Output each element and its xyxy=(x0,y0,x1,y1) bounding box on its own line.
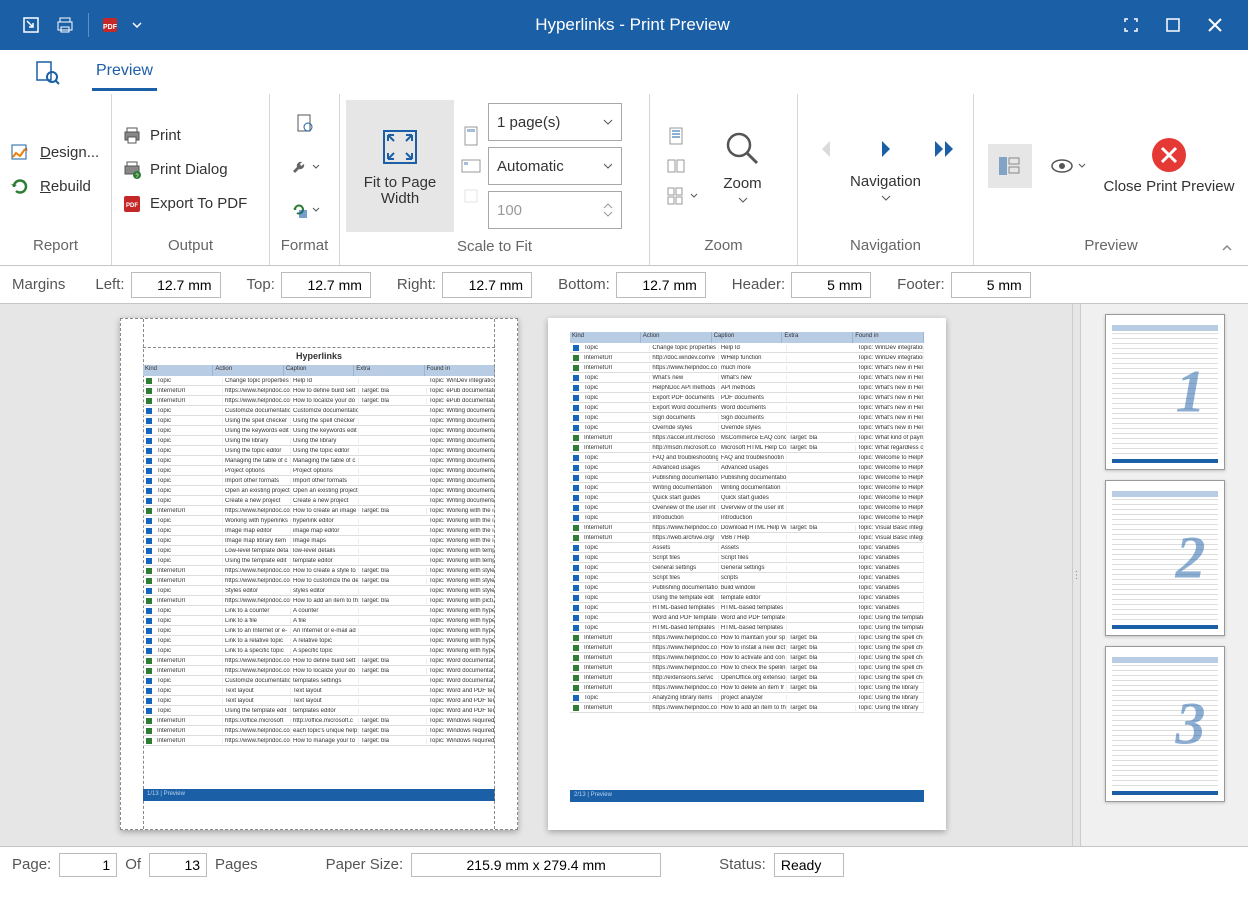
preview-app-icon[interactable] xyxy=(28,57,66,87)
refresh-icon xyxy=(290,201,308,219)
margins-label: Margins xyxy=(12,276,69,293)
nav-next-icon[interactable] xyxy=(866,129,906,169)
total-pages xyxy=(149,853,207,877)
collapse-ribbon-icon[interactable] xyxy=(1220,241,1240,261)
zoom-icon xyxy=(721,127,765,171)
page-setup-button[interactable] xyxy=(292,107,318,139)
titlebar: PDF Hyperlinks - Print Preview xyxy=(0,0,1248,50)
page-landscape-icon[interactable] xyxy=(460,155,482,177)
maximize-icon[interactable] xyxy=(1162,14,1184,36)
fit-page-width-button[interactable]: Fit to PageWidth xyxy=(346,100,454,232)
page-icon xyxy=(296,113,314,133)
print-dialog-icon: ? xyxy=(122,160,142,180)
page-input[interactable] xyxy=(59,853,117,877)
group-preview: Close Print Preview Preview xyxy=(974,94,1248,265)
group-scale: Fit to PageWidth 1 page(s) Automatic 100… xyxy=(340,94,650,265)
group-navigation: Navigation Navigation xyxy=(798,94,974,265)
design-button[interactable]: Design... xyxy=(6,141,105,165)
page-2[interactable]: KindActionCaptionExtraFound in TopicChan… xyxy=(548,318,946,830)
group-label: Output xyxy=(112,237,269,265)
svg-text:PDF: PDF xyxy=(103,24,118,31)
margins-bar: Margins Left: Top: Right: Bottom: Header… xyxy=(0,266,1248,304)
single-page-icon[interactable] xyxy=(666,126,688,148)
nav-last-icon[interactable] xyxy=(926,129,966,169)
qat-dropdown-icon[interactable] xyxy=(129,8,145,42)
group-label: Report xyxy=(0,237,111,265)
qat-pdf-icon[interactable]: PDF xyxy=(95,8,129,42)
margin-header-input[interactable] xyxy=(791,272,871,298)
close-x-icon xyxy=(1149,135,1189,175)
wrench-button[interactable] xyxy=(286,152,324,182)
main-area: Hyperlinks KindActionCaptionExtraFound i… xyxy=(0,304,1248,846)
print-dialog-button[interactable]: ?Print Dialog xyxy=(120,157,230,183)
eye-icon xyxy=(1050,158,1074,174)
group-label: Preview xyxy=(974,237,1248,265)
focus-mode-icon[interactable] xyxy=(1120,14,1142,36)
visibility-dropdown[interactable] xyxy=(1044,152,1092,180)
thumbnails-toggle[interactable] xyxy=(988,144,1032,188)
group-label: Zoom xyxy=(650,237,797,265)
qat-print-icon[interactable] xyxy=(48,8,82,42)
pdf-icon: PDF xyxy=(122,194,142,214)
nav-prev-icon xyxy=(806,129,846,169)
qat-collapse-icon[interactable] xyxy=(14,8,48,42)
ribbon: Design... Rebuild Report Print ?Print Di… xyxy=(0,94,1248,266)
print-button[interactable]: Print xyxy=(120,123,183,149)
thumbnail-3[interactable]: 3 xyxy=(1105,646,1225,802)
page-portrait-icon[interactable] xyxy=(460,125,482,147)
tab-preview[interactable]: Preview xyxy=(92,54,157,91)
page-disabled-icon xyxy=(460,185,482,207)
rebuild-button[interactable]: Rebuild xyxy=(6,175,105,199)
wrench-icon xyxy=(290,158,308,176)
group-output: Print ?Print Dialog PDFExport To PDF Out… xyxy=(112,94,270,265)
zoom-button[interactable]: Zoom xyxy=(704,127,782,204)
thumbnails-panel: 1 2 3 xyxy=(1080,304,1248,846)
thumbnail-1[interactable]: 1 xyxy=(1105,314,1225,470)
multi-page-dropdown[interactable] xyxy=(666,186,698,206)
splitter-handle[interactable]: ⋮ xyxy=(1072,304,1080,846)
margin-left-input[interactable] xyxy=(131,272,221,298)
export-pdf-button[interactable]: PDFExport To PDF xyxy=(120,191,249,217)
ribbon-tabs: Preview xyxy=(0,50,1248,94)
refresh-button[interactable] xyxy=(286,195,324,225)
navigation-dropdown[interactable]: Navigation xyxy=(850,173,921,190)
page-title: Hyperlinks xyxy=(143,347,495,365)
close-icon[interactable] xyxy=(1204,14,1226,36)
group-zoom: Zoom Zoom xyxy=(650,94,798,265)
pages-dropdown[interactable]: 1 page(s) xyxy=(488,103,622,141)
two-page-icon[interactable] xyxy=(666,156,688,178)
margin-bottom-input[interactable] xyxy=(616,272,706,298)
group-label: Scale to Fit xyxy=(340,238,649,265)
window-controls xyxy=(1120,14,1248,36)
thumbnail-2[interactable]: 2 xyxy=(1105,480,1225,636)
paper-size xyxy=(411,853,661,877)
quick-access-toolbar: PDF xyxy=(0,8,145,42)
svg-text:PDF: PDF xyxy=(126,203,138,209)
margin-right-input[interactable] xyxy=(442,272,532,298)
close-preview-button[interactable]: Close Print Preview xyxy=(1104,135,1235,196)
group-label: Format xyxy=(270,237,339,265)
rebuild-icon xyxy=(10,177,32,197)
design-icon xyxy=(10,143,32,163)
margin-top-input[interactable] xyxy=(281,272,371,298)
margin-footer-input[interactable] xyxy=(951,272,1031,298)
group-report: Design... Rebuild Report xyxy=(0,94,112,265)
status-value xyxy=(774,853,844,877)
fit-width-icon xyxy=(378,125,422,169)
status-bar: Page: Of Pages Paper Size: Status: xyxy=(0,846,1248,882)
window-title: Hyperlinks - Print Preview xyxy=(145,15,1120,35)
page-1[interactable]: Hyperlinks KindActionCaptionExtraFound i… xyxy=(120,318,518,830)
print-icon xyxy=(122,126,142,146)
zoom-spinner[interactable]: 100 xyxy=(488,191,622,229)
group-label: Navigation xyxy=(798,237,973,265)
group-format: Format xyxy=(270,94,340,265)
auto-dropdown[interactable]: Automatic xyxy=(488,147,622,185)
preview-canvas[interactable]: Hyperlinks KindActionCaptionExtraFound i… xyxy=(0,304,1072,846)
